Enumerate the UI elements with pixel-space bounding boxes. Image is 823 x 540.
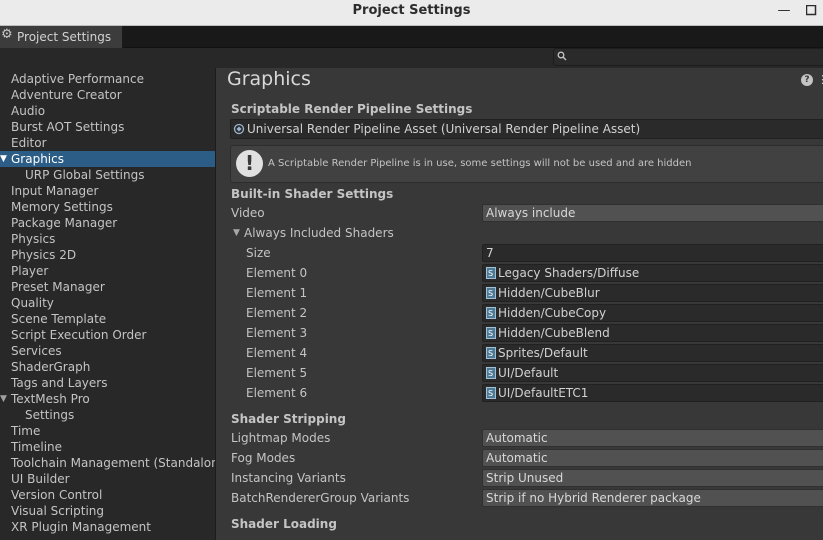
srp-section-heading: Scriptable Render Pipeline Settings xyxy=(231,102,473,116)
shader-file-icon: S xyxy=(486,387,496,399)
shader-file-icon: S xyxy=(486,347,496,359)
svg-text:S: S xyxy=(488,349,493,358)
shader-object-field[interactable]: S Hidden/CubeBlend xyxy=(482,324,823,342)
tab-project-settings[interactable]: ⚙ Project Settings xyxy=(0,26,123,48)
element-label: Element 3 xyxy=(246,326,308,340)
srp-warning-text: A Scriptable Render Pipeline is in use, … xyxy=(268,158,692,169)
shader-stripping-heading: Shader Stripping xyxy=(231,412,346,426)
window-titlebar: Project Settings — xyxy=(0,0,823,26)
svg-text:S: S xyxy=(488,389,493,398)
always-included-shaders-foldout[interactable]: Always Included Shaders xyxy=(244,226,394,240)
settings-panel: Graphics ? ⋮ Scriptable Render Pipeline … xyxy=(216,68,823,540)
sidebar-item-toolchain-management[interactable]: Toolchain Management (Standalone xyxy=(0,455,215,471)
settings-sidebar: Adaptive Performance Adventure Creator A… xyxy=(0,68,216,540)
builtin-shader-section-heading: Built-in Shader Settings xyxy=(231,187,394,201)
fog-modes-label: Fog Modes xyxy=(231,451,296,465)
always-included-foldout-icon[interactable]: ▼ xyxy=(233,225,240,241)
sidebar-item-visual-scripting[interactable]: Visual Scripting xyxy=(0,503,215,519)
sidebar-item-adaptive-performance[interactable]: Adaptive Performance xyxy=(0,71,215,87)
instancing-variants-dropdown[interactable]: Strip Unused xyxy=(482,469,823,487)
sidebar-item-tags-and-layers[interactable]: Tags and Layers xyxy=(0,375,215,391)
element-label: Element 6 xyxy=(246,386,308,400)
shader-file-icon: S xyxy=(486,307,496,319)
instancing-variants-label: Instancing Variants xyxy=(231,471,346,485)
sidebar-item-ui-builder[interactable]: UI Builder xyxy=(0,471,215,487)
sidebar-item-shadergraph[interactable]: ShaderGraph xyxy=(0,359,215,375)
maximize-icon[interactable] xyxy=(803,2,819,20)
expand-triangle-icon[interactable]: ▼ xyxy=(0,151,10,167)
sidebar-item-time[interactable]: Time xyxy=(0,423,215,439)
shader-file-icon: S xyxy=(486,367,496,379)
batchrenderergroup-variants-dropdown[interactable]: Strip if no Hybrid Renderer package xyxy=(482,489,823,507)
element-label: Element 2 xyxy=(246,306,308,320)
sidebar-item-preset-manager[interactable]: Preset Manager xyxy=(0,279,215,295)
sidebar-item-graphics[interactable]: ▼ Graphics xyxy=(0,151,215,167)
sidebar-item-timeline[interactable]: Timeline xyxy=(0,439,215,455)
lightmap-modes-dropdown[interactable]: Automatic xyxy=(482,429,823,447)
sidebar-item-scene-template[interactable]: Scene Template xyxy=(0,311,215,327)
sidebar-item-services[interactable]: Services xyxy=(0,343,215,359)
svg-text:S: S xyxy=(488,269,493,278)
svg-text:S: S xyxy=(488,309,493,318)
sidebar-item-physics[interactable]: Physics xyxy=(0,231,215,247)
lightmap-modes-label: Lightmap Modes xyxy=(231,431,331,445)
tab-bar: ⚙ Project Settings xyxy=(0,26,823,48)
sidebar-item-urp-global-settings[interactable]: URP Global Settings xyxy=(0,167,215,183)
sidebar-item-memory-settings[interactable]: Memory Settings xyxy=(0,199,215,215)
video-dropdown[interactable]: Always include xyxy=(482,204,823,222)
sidebar-item-script-execution-order[interactable]: Script Execution Order xyxy=(0,327,215,343)
search-icon xyxy=(557,51,567,61)
render-pipeline-asset-value: Universal Render Pipeline Asset (Univers… xyxy=(247,122,641,136)
sidebar-item-textmesh-pro[interactable]: ▼ TextMesh Pro xyxy=(0,391,215,407)
shader-object-field[interactable]: S Sprites/Default xyxy=(482,344,823,362)
sidebar-item-player[interactable]: Player xyxy=(0,263,215,279)
search-input[interactable] xyxy=(553,48,823,66)
context-menu-icon[interactable]: ⋮ xyxy=(817,74,823,86)
shader-object-field[interactable]: S Hidden/CubeBlur xyxy=(482,284,823,302)
svg-text:S: S xyxy=(488,289,493,298)
shader-file-icon: S xyxy=(486,287,496,299)
window-title: Project Settings xyxy=(352,3,471,18)
shader-object-field[interactable]: S Hidden/CubeCopy xyxy=(482,304,823,322)
gear-icon: ⚙ xyxy=(1,27,13,42)
video-label: Video xyxy=(231,206,265,220)
svg-text:S: S xyxy=(488,329,493,338)
search-bar xyxy=(0,48,823,68)
sidebar-item-burst-aot-settings[interactable]: Burst AOT Settings xyxy=(0,119,215,135)
fog-modes-dropdown[interactable]: Automatic xyxy=(482,449,823,467)
sidebar-item-editor[interactable]: Editor xyxy=(0,135,215,151)
batchrenderergroup-variants-label: BatchRendererGroup Variants xyxy=(231,491,410,505)
shader-object-field[interactable]: S UI/Default xyxy=(482,364,823,382)
sidebar-item-adventure-creator[interactable]: Adventure Creator xyxy=(0,87,215,103)
element-label: Element 4 xyxy=(246,346,308,360)
tab-label: Project Settings xyxy=(17,30,112,44)
shader-object-field[interactable]: S UI/DefaultETC1 xyxy=(482,384,823,402)
page-title: Graphics xyxy=(227,68,311,90)
sidebar-item-input-manager[interactable]: Input Manager xyxy=(0,183,215,199)
shader-loading-heading: Shader Loading xyxy=(231,517,337,531)
sidebar-item-audio[interactable]: Audio xyxy=(0,103,215,119)
sidebar-item-package-manager[interactable]: Package Manager xyxy=(0,215,215,231)
sidebar-item-textmesh-settings[interactable]: Settings xyxy=(0,407,215,423)
sidebar-item-version-control[interactable]: Version Control xyxy=(0,487,215,503)
shader-file-icon: S xyxy=(486,327,496,339)
element-label: Element 0 xyxy=(246,266,308,280)
element-label: Element 1 xyxy=(246,286,308,300)
expand-triangle-icon[interactable]: ▼ xyxy=(0,391,10,407)
sidebar-item-xr-plugin-management[interactable]: XR Plugin Management xyxy=(0,519,215,535)
svg-text:S: S xyxy=(488,369,493,378)
minimize-icon[interactable]: — xyxy=(776,2,792,20)
size-label: Size xyxy=(246,246,271,260)
element-label: Element 5 xyxy=(246,366,308,380)
sidebar-item-quality[interactable]: Quality xyxy=(0,295,215,311)
render-pipeline-asset-icon xyxy=(233,123,245,135)
warning-icon: ! xyxy=(236,150,263,177)
size-field[interactable]: 7 xyxy=(482,244,823,262)
help-icon[interactable]: ? xyxy=(801,74,813,86)
srp-warning-box: ! A Scriptable Render Pipeline is in use… xyxy=(230,145,823,183)
shader-object-field[interactable]: S Legacy Shaders/Diffuse xyxy=(482,264,823,282)
shader-file-icon: S xyxy=(486,267,496,279)
sidebar-item-physics-2d[interactable]: Physics 2D xyxy=(0,247,215,263)
render-pipeline-asset-field[interactable]: Universal Render Pipeline Asset (Univers… xyxy=(230,119,823,139)
